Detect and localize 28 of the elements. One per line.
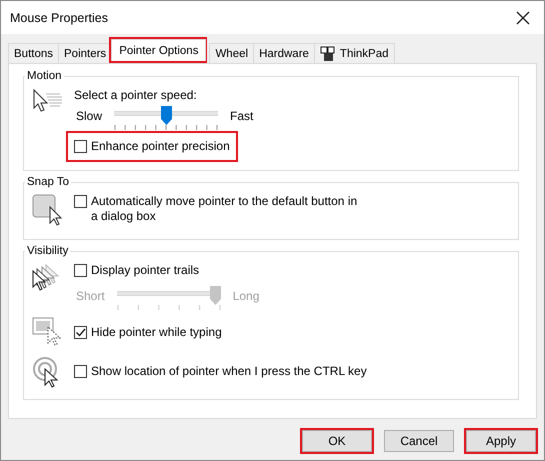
close-icon[interactable] bbox=[516, 10, 530, 24]
prompt-text: Select a pointer speed: bbox=[74, 88, 197, 102]
tab[interactable]: Buttons bbox=[8, 43, 59, 63]
checkbox-label[interactable]: Hide pointer while typing bbox=[91, 325, 222, 340]
dialog-button[interactable]: Cancel bbox=[384, 430, 454, 452]
slider-label: Long bbox=[232, 289, 260, 303]
group-title: Visibility bbox=[26, 245, 70, 257]
tab[interactable]: Pointer Options bbox=[111, 39, 206, 61]
tab[interactable]: Wheel bbox=[209, 43, 254, 63]
checkbox[interactable] bbox=[74, 326, 87, 339]
checkbox-label[interactable]: Automatically move pointer to the default button in a dialog box bbox=[91, 194, 359, 224]
window-title: Mouse Properties bbox=[10, 10, 108, 24]
slider-label: Short bbox=[76, 289, 105, 303]
dialog-button[interactable]: Apply bbox=[466, 430, 536, 452]
group-title: Motion bbox=[26, 70, 63, 82]
group-title: Snap To bbox=[26, 176, 70, 188]
checkbox-label[interactable]: Display pointer trails bbox=[91, 263, 200, 278]
checkbox[interactable] bbox=[74, 365, 87, 378]
slider-label: Slow bbox=[76, 109, 102, 123]
slider-thumb[interactable] bbox=[160, 106, 172, 125]
checkbox-label[interactable]: Show location of pointer when I press the CTRL key bbox=[91, 364, 367, 379]
slider-label: Fast bbox=[230, 109, 254, 123]
checkbox[interactable] bbox=[74, 264, 87, 277]
checkbox[interactable] bbox=[74, 140, 87, 153]
checkbox[interactable] bbox=[74, 195, 87, 208]
checkbox-label[interactable]: Enhance pointer precision bbox=[91, 139, 230, 154]
dialog-button[interactable]: OK bbox=[302, 430, 372, 452]
tab[interactable]: ThinkPad bbox=[314, 43, 395, 63]
